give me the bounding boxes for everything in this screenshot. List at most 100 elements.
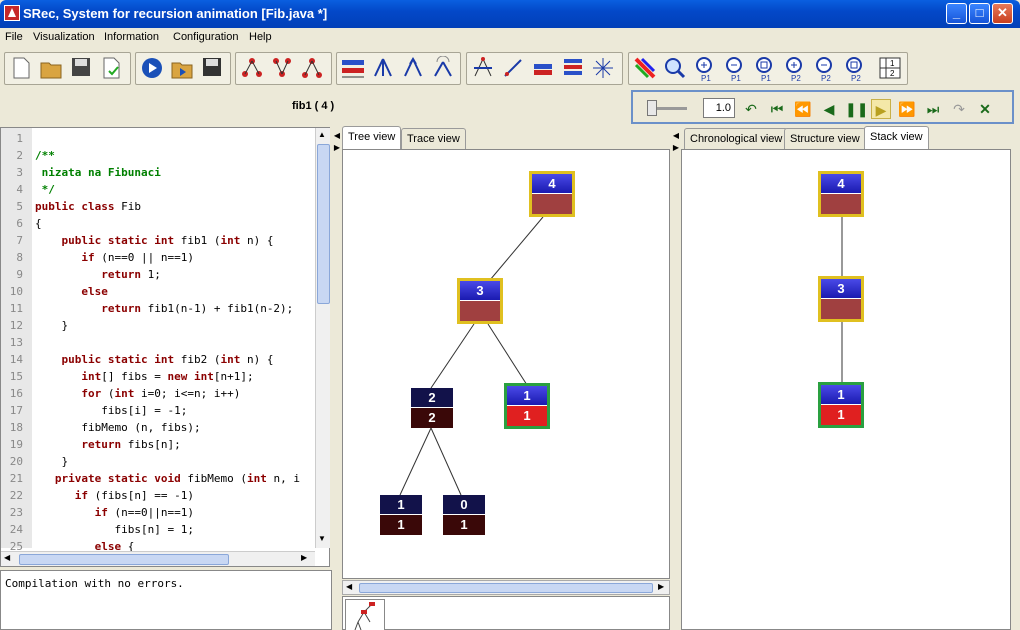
code-line: public static int fib2 (int n) { [61,353,274,366]
node-param: 3 [821,279,861,299]
menu-file[interactable]: File [0,28,28,46]
stop-icon[interactable]: ✕ [975,99,995,119]
nodes-icon[interactable] [590,56,616,82]
tree-node-fib-4[interactable]: 4 [529,171,575,217]
editor-vertical-scrollbar[interactable]: ▲ ▼ [315,128,330,548]
next-step-icon[interactable]: ⏩ [897,99,917,119]
zoom-out-p1-icon[interactable]: P1 [722,56,748,83]
scroll-left-icon[interactable]: ◀ [346,582,352,591]
bars2-icon[interactable] [560,56,586,82]
node-result [460,301,500,321]
menu-help[interactable]: Help [244,28,277,46]
collapse-left-icon[interactable]: ◀ [333,131,341,141]
code-line: fibs[i] = -1; [35,404,188,417]
tree-config2-icon[interactable] [269,56,295,82]
toolbar-view-group [336,52,461,85]
tree-overview-panel[interactable] [342,596,670,630]
console-panel: Compilation with no errors. [0,570,332,630]
save-check-icon[interactable] [98,56,124,82]
close-button[interactable]: ✕ [992,3,1013,24]
stack-node-fib-4[interactable]: 4 [818,171,864,217]
node-param: 1 [380,495,422,515]
trace-icon[interactable] [340,56,366,82]
maximize-button[interactable]: □ [969,3,990,24]
scroll-left-icon[interactable]: ◀ [4,553,10,562]
play-forward-icon[interactable]: ▶ [871,99,891,119]
scroll-up-icon[interactable]: ▲ [318,130,326,139]
zoom-fit-p2-icon[interactable]: P2 [842,56,868,83]
method-label: fib1 ( 4 ) [292,100,335,112]
tree-nodes-icon[interactable] [299,56,325,82]
menu-information[interactable]: Information [99,28,164,46]
speed-input[interactable]: 1.0 [703,98,735,118]
redo-icon[interactable]: ↷ [949,99,969,119]
minimize-button[interactable]: _ [946,3,967,24]
expand-right-icon[interactable]: ▶ [672,143,680,153]
last-step-icon[interactable]: ⏭ [923,99,943,119]
tab-stack-view[interactable]: Stack view [864,126,929,149]
speed-slider-knob[interactable] [647,100,657,116]
play-icon[interactable] [139,56,165,82]
tree-node-fib-1[interactable]: 1 1 [504,383,550,429]
save-animation-icon[interactable] [199,56,225,82]
step-back-icon[interactable]: ◀ [819,99,839,119]
editor-horizontal-scrollbar[interactable]: ◀ ▶ [1,551,315,566]
tree-view-panel[interactable]: 4 3 2 2 1 1 1 1 0 1 [342,149,670,579]
tree-graph2-icon[interactable] [400,56,426,82]
toolbar-display-group [466,52,623,85]
overview-thumbnail[interactable] [345,599,385,630]
tab-chronological-view[interactable]: Chronological view [684,128,789,149]
stack-view-panel[interactable]: 4 3 1 1 [681,149,1011,630]
trim-icon[interactable] [470,56,496,82]
editor-vertical-scroll-thumb[interactable] [317,144,330,304]
scroll-right-icon[interactable]: ▶ [658,582,664,591]
tree-node-fib-3[interactable]: 3 [457,278,503,324]
scroll-right-icon[interactable]: ▶ [301,553,307,562]
save-icon[interactable] [68,56,94,82]
scroll-down-icon[interactable]: ▼ [318,534,326,543]
tab-tree-view[interactable]: Tree view [342,126,402,149]
colors-icon[interactable] [632,56,658,82]
previous-step-icon[interactable]: ⏪ [793,99,813,119]
tab-trace-view[interactable]: Trace view [401,128,466,149]
collapse-left-icon[interactable]: ◀ [672,131,680,141]
menu-visualization[interactable]: Visualization [28,28,100,46]
tree-graph-icon[interactable] [370,56,396,82]
expand-right-icon[interactable]: ▶ [333,143,341,153]
menu-configuration[interactable]: Configuration [168,28,243,46]
editor-horizontal-scroll-thumb[interactable] [19,554,229,565]
line-number: 9 [16,268,23,281]
node-result: 2 [411,408,453,428]
line-number: 3 [16,166,23,179]
zoom-p2-label: P2 [791,74,801,82]
tree-config-icon[interactable] [239,56,265,82]
zoom-out-p2-icon[interactable]: P2 [812,56,838,83]
first-step-icon[interactable]: ⏮ [767,99,787,119]
tree-node-fib-1[interactable]: 1 1 [380,495,422,535]
pause-icon[interactable]: ❚❚ [845,99,868,119]
stack-node-fib-1[interactable]: 1 1 [818,382,864,428]
undo-icon[interactable]: ↶ [741,99,761,119]
code-editor[interactable]: 1 2/** 3 nizata na Fibunaci 4 */5 public cla… [0,127,330,567]
open-animation-icon[interactable] [169,56,195,82]
code-line: return fib1(n-1) + fib1(n-2); [101,302,294,315]
tree-horizontal-scrollbar[interactable]: ◀ ▶ [342,580,670,595]
search-icon[interactable] [662,56,688,82]
toolbar-animation-group [135,52,231,85]
stack-node-fib-3[interactable]: 3 [818,276,864,322]
tree-scroll-thumb[interactable] [359,583,653,593]
toolbar-tree-group [235,52,332,85]
trim2-icon[interactable] [500,56,526,82]
app-icon [4,5,20,21]
tree-node-fib-0[interactable]: 0 1 [443,495,485,535]
zoom-in-p1-icon[interactable]: P1 [692,56,718,83]
tree-node-fib-2[interactable]: 2 2 [411,388,453,428]
zoom-fit-p1-icon[interactable]: P1 [752,56,778,83]
bars-icon[interactable] [530,56,556,82]
zoom-in-p2-icon[interactable]: P2 [782,56,808,83]
panel-layout-icon[interactable]: 12 [877,56,903,82]
tab-structure-view[interactable]: Structure view [784,128,866,149]
tree-graph3-icon[interactable] [430,55,456,82]
open-folder-icon[interactable] [38,56,64,82]
new-file-icon[interactable] [8,56,34,82]
